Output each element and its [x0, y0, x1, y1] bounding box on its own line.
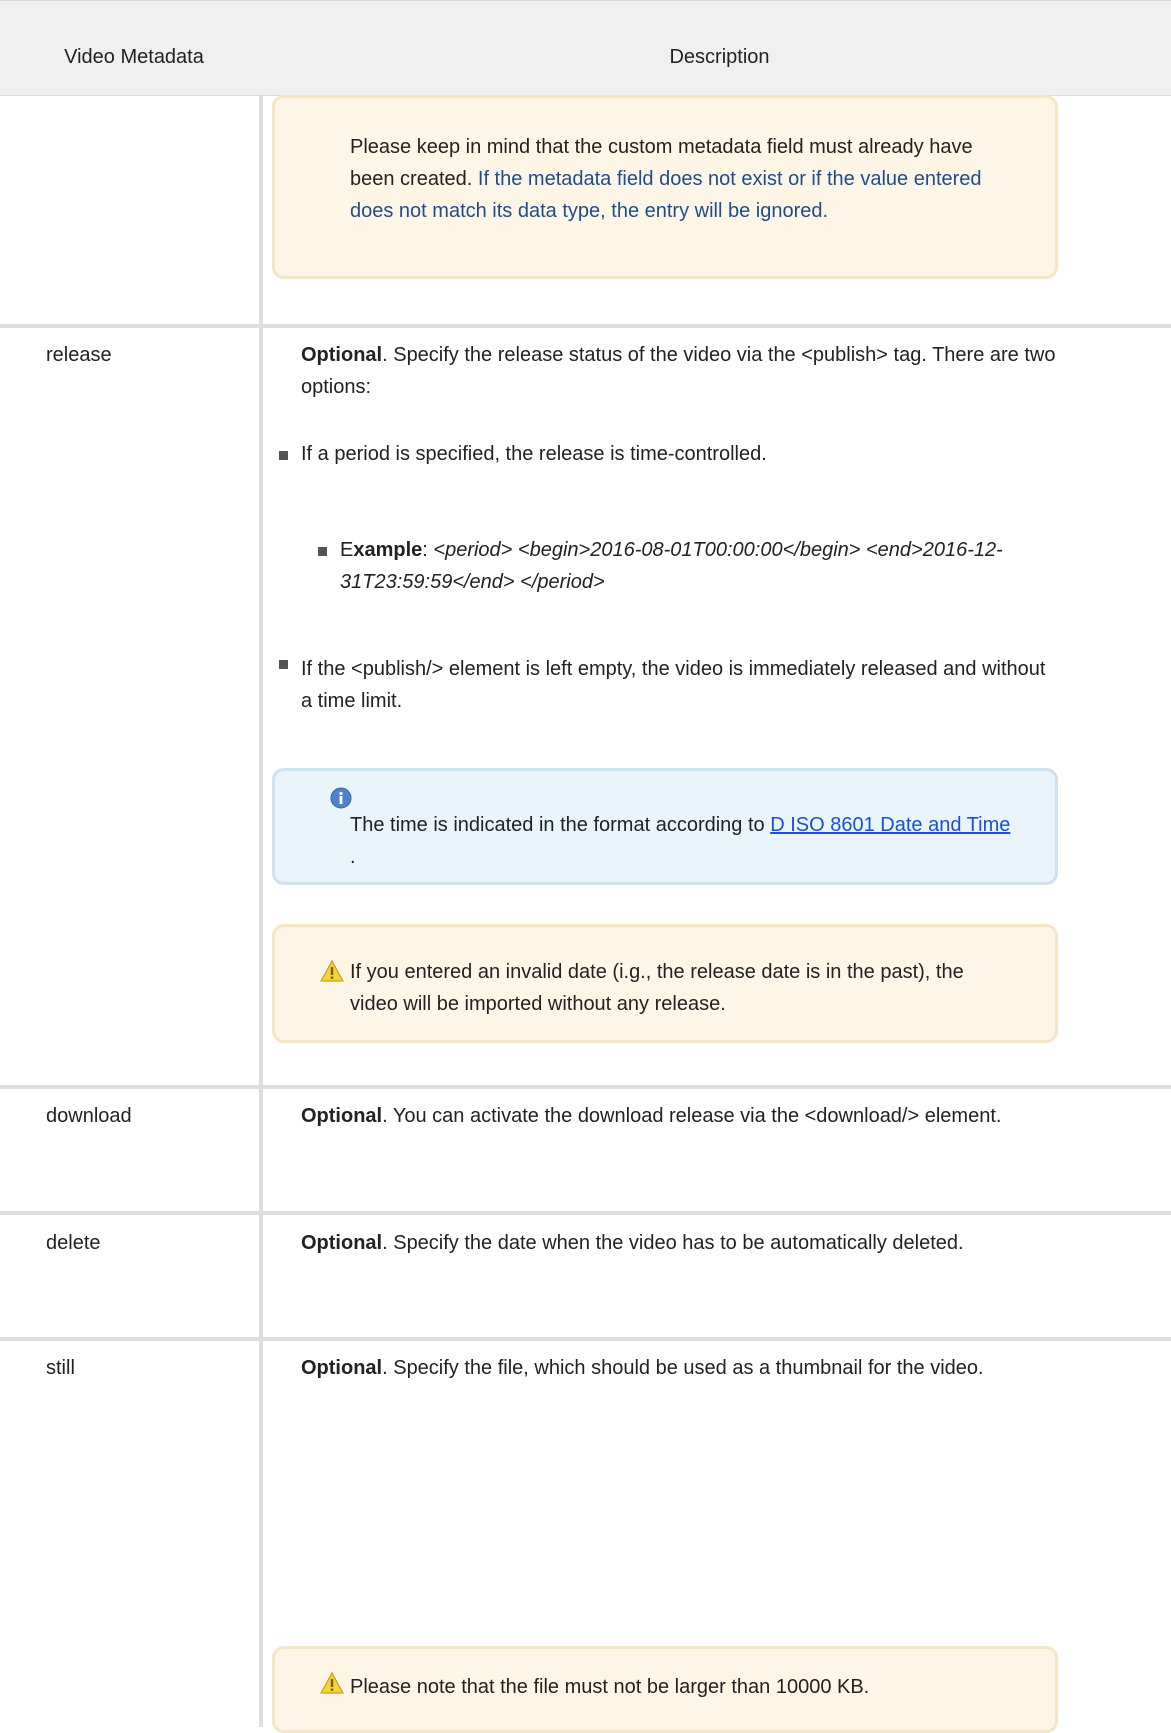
info-circle-icon [330, 787, 352, 809]
delete-description: Optional. Specify the date when the vide… [301, 1232, 964, 1254]
key-delete: delete [46, 1232, 101, 1254]
warning-triangle-icon [320, 960, 344, 982]
custom-metadata-warning-box: Please keep in mind that the custom meta… [272, 95, 1058, 279]
key-still: still [46, 1357, 75, 1379]
still-warning-box: Please note that the file must not be la… [272, 1646, 1058, 1733]
release-info-box: The time is indicated in the format acco… [272, 768, 1058, 885]
table-header: Video Metadata Description [0, 0, 1171, 96]
iso-8601-link[interactable]: D ISO 8601 Date and Time [770, 814, 1010, 836]
bullet-square-icon [279, 451, 288, 460]
bullet-square-icon [279, 660, 288, 669]
release-description: Optional. Specify the release status of … [301, 344, 1056, 398]
key-release: release [46, 344, 112, 366]
bullet-square-icon [318, 547, 327, 556]
download-description: Optional. You can activate the download … [301, 1105, 1002, 1127]
release-info-text: The time is indicated in the format acco… [350, 814, 1011, 868]
release-example: Example: <period> <begin>2016-08-01T00:0… [340, 539, 1003, 593]
row-divider [0, 324, 1171, 328]
warning-triangle-icon [320, 1672, 344, 1694]
release-warning-box: If you entered an invalid date (i.g., th… [272, 924, 1058, 1043]
release-warning-text: If you entered an invalid date (i.g., th… [350, 961, 964, 1015]
release-bullet-empty: If the <publish/> element is left empty,… [301, 658, 1046, 712]
key-download: download [46, 1105, 132, 1127]
custom-metadata-warning-text: Please keep in mind that the custom meta… [350, 136, 982, 222]
still-warning-text: Please note that the file must not be la… [350, 1676, 870, 1698]
row-divider [0, 1337, 1171, 1341]
column-divider [259, 95, 263, 1727]
header-description: Description [669, 46, 770, 68]
header-video-metadata: Video Metadata [64, 46, 204, 68]
metadata-table: Video Metadata Description Please keep i… [0, 0, 1171, 1733]
release-bullet-period: If a period is specified, the release is… [301, 443, 767, 465]
still-description: Optional. Specify the file, which should… [301, 1357, 984, 1379]
row-divider [0, 1211, 1171, 1215]
row-divider [0, 1085, 1171, 1089]
